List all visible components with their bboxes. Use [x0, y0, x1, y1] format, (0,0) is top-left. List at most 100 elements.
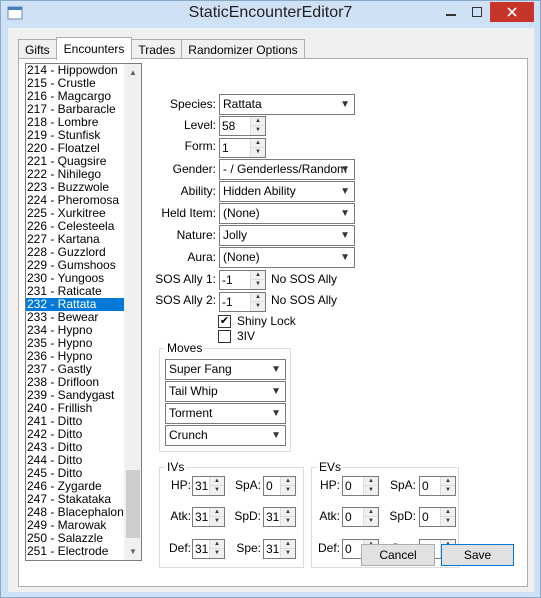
stepper-up-icon[interactable]: ▲ [210, 477, 224, 486]
stepper-down-icon[interactable]: ▼ [210, 517, 224, 526]
species-label: Species: [169, 97, 216, 111]
list-scrollbar[interactable]: ▲ ▼ [124, 64, 141, 560]
stepper-down-icon[interactable]: ▼ [251, 126, 265, 135]
stepper-down-icon[interactable]: ▼ [210, 486, 224, 495]
ev-hp-stepper[interactable]: 0 ▲ ▼ [342, 476, 379, 496]
ev-atk-stepper[interactable]: 0 ▲ ▼ [342, 507, 379, 527]
minimize-button[interactable] [438, 2, 464, 22]
maximize-button[interactable] [464, 2, 490, 22]
iv-spe-stepper[interactable]: 31 ▲ ▼ [263, 539, 296, 559]
evs-title: EVs [317, 460, 344, 474]
iv-spe-value: 31 [266, 542, 280, 556]
stepper-down-icon[interactable]: ▼ [281, 517, 295, 526]
nature-select[interactable]: Jolly ▼ [219, 225, 355, 246]
ev-spa-stepper[interactable]: 0 ▲ ▼ [419, 476, 456, 496]
chevron-down-icon: ▼ [340, 208, 350, 219]
gender-select[interactable]: - / Genderless/Random ▼ [219, 159, 355, 180]
encounters-panel: 214 - Hippowdon 215 - Crustle 216 - Magcar… [18, 58, 528, 587]
stepper-up-icon[interactable]: ▲ [364, 508, 378, 517]
ev-def-label: Def: [317, 541, 340, 555]
scroll-down-arrow[interactable]: ▼ [125, 543, 141, 560]
stepper-up-icon[interactable]: ▲ [251, 293, 265, 302]
form-label: Form: [184, 139, 216, 153]
chevron-down-icon: ▼ [340, 252, 350, 263]
stepper-up-icon[interactable]: ▲ [281, 477, 295, 486]
tab-encounters[interactable]: Encounters [55, 37, 133, 60]
nature-label: Nature: [176, 228, 216, 242]
held-item-label: Held Item: [161, 206, 216, 220]
stepper-up-icon[interactable]: ▲ [281, 508, 295, 517]
iv-spe-label: Spe: [236, 541, 261, 555]
iv-spd-label: SpD: [234, 509, 261, 523]
stepper-up-icon[interactable]: ▲ [441, 508, 455, 517]
form-stepper[interactable]: 1 ▲ ▼ [219, 138, 266, 158]
level-stepper[interactable]: 58 ▲ ▼ [219, 116, 266, 136]
move-1-select[interactable]: Super Fang ▼ [165, 359, 286, 380]
ev-spd-stepper[interactable]: 0 ▲ ▼ [419, 507, 456, 527]
iv-atk-stepper[interactable]: 31 ▲ ▼ [192, 507, 225, 527]
sos-ally-2-value: -1 [222, 295, 233, 309]
sos-ally-1-value: -1 [222, 273, 233, 287]
iv-def-label: Def: [168, 541, 191, 555]
scroll-up-arrow[interactable]: ▲ [125, 64, 141, 81]
held-item-select[interactable]: (None) ▼ [219, 203, 355, 224]
shiny-lock-checkbox[interactable]: ✔ [218, 315, 231, 328]
iv-spa-stepper[interactable]: 0 ▲ ▼ [263, 476, 296, 496]
title-bar[interactable]: StaticEncounterEditor7 [1, 1, 540, 27]
level-value: 58 [222, 119, 236, 133]
iv-spd-stepper[interactable]: 31 ▲ ▼ [263, 507, 296, 527]
sos-ally-1-desc: No SOS Ally [271, 272, 338, 286]
iv-hp-label: HP: [170, 478, 191, 492]
stepper-down-icon[interactable]: ▼ [251, 302, 265, 311]
iv-atk-value: 31 [195, 510, 209, 524]
cancel-button[interactable]: Cancel [361, 544, 435, 566]
save-button[interactable]: Save [441, 544, 514, 566]
sos-ally-1-label: SOS Ally 1: [155, 272, 216, 286]
sos-ally-2-stepper[interactable]: -1 ▲ ▼ [219, 292, 266, 312]
three-iv-checkbox[interactable] [218, 330, 231, 343]
iv-def-stepper[interactable]: 31 ▲ ▼ [192, 539, 225, 559]
encounter-list[interactable]: 214 - Hippowdon 215 - Crustle 216 - Magcar… [25, 63, 142, 561]
stepper-down-icon[interactable]: ▼ [364, 486, 378, 495]
ev-spa-label: SpA: [389, 478, 416, 492]
stepper-down-icon[interactable]: ▼ [364, 517, 378, 526]
move-4-select[interactable]: Crunch ▼ [165, 425, 286, 446]
tab-gifts[interactable]: Gifts [18, 39, 57, 59]
species-select[interactable]: Rattata ▼ [219, 94, 355, 115]
gender-label: Gender: [172, 162, 216, 176]
ability-select[interactable]: Hidden Ability ▼ [219, 181, 355, 202]
move-2-select[interactable]: Tail Whip ▼ [165, 381, 286, 402]
stepper-up-icon[interactable]: ▲ [441, 477, 455, 486]
stepper-up-icon[interactable]: ▲ [251, 139, 265, 148]
stepper-up-icon[interactable]: ▲ [251, 271, 265, 280]
scroll-thumb[interactable] [126, 470, 140, 538]
move-1-value: Super Fang [169, 362, 232, 376]
aura-select[interactable]: (None) ▼ [219, 247, 355, 268]
close-button[interactable] [490, 2, 534, 22]
stepper-up-icon[interactable]: ▲ [210, 508, 224, 517]
maximize-icon [472, 7, 482, 17]
tab-randomizer-options[interactable]: Randomizer Options [181, 39, 305, 59]
iv-hp-stepper[interactable]: 31 ▲ ▼ [192, 476, 225, 496]
stepper-up-icon[interactable]: ▲ [251, 117, 265, 126]
stepper-down-icon[interactable]: ▼ [281, 549, 295, 558]
iv-spa-value: 0 [266, 479, 273, 493]
moves-title: Moves [165, 341, 205, 355]
tab-trades[interactable]: Trades [131, 39, 183, 59]
species-value: Rattata [223, 97, 262, 111]
stepper-down-icon[interactable]: ▼ [210, 549, 224, 558]
sos-ally-1-stepper[interactable]: -1 ▲ ▼ [219, 270, 266, 290]
move-3-select[interactable]: Torment ▼ [165, 403, 286, 424]
stepper-down-icon[interactable]: ▼ [251, 148, 265, 157]
chevron-down-icon: ▼ [271, 430, 281, 441]
stepper-up-icon[interactable]: ▲ [210, 540, 224, 549]
aura-label: Aura: [187, 250, 216, 264]
three-iv-label: 3IV [237, 329, 256, 343]
stepper-up-icon[interactable]: ▲ [281, 540, 295, 549]
stepper-down-icon[interactable]: ▼ [251, 280, 265, 289]
stepper-down-icon[interactable]: ▼ [281, 486, 295, 495]
chevron-down-icon: ▼ [340, 230, 350, 241]
stepper-down-icon[interactable]: ▼ [441, 486, 455, 495]
stepper-up-icon[interactable]: ▲ [364, 477, 378, 486]
stepper-down-icon[interactable]: ▼ [441, 517, 455, 526]
